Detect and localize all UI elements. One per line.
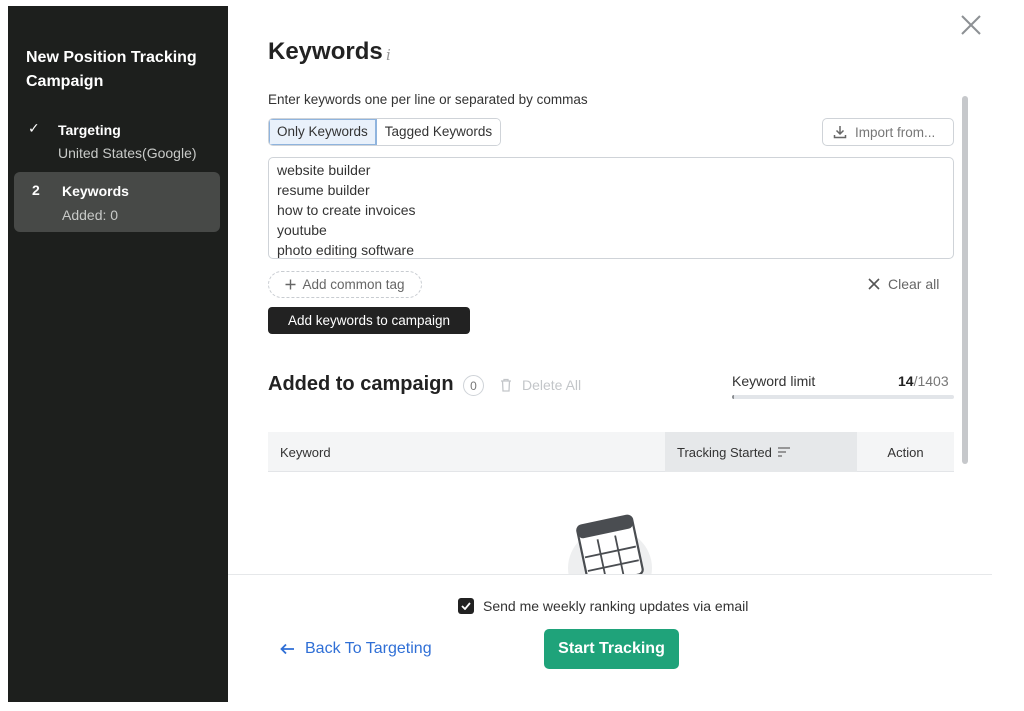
step-name: Keywords	[62, 183, 129, 199]
delete-all-button[interactable]: Delete All	[500, 377, 581, 393]
keyword-limit-value: 14/1403	[898, 373, 949, 389]
keyword-line: photo editing software	[277, 242, 414, 258]
keyword-limit-fill	[732, 395, 735, 399]
trash-icon	[501, 378, 511, 392]
weekly-updates-option[interactable]: Send me weekly ranking updates via email	[458, 598, 748, 614]
step-name: Targeting	[58, 122, 121, 138]
info-icon[interactable]: i	[386, 46, 391, 64]
x-icon	[868, 278, 880, 290]
column-tracking-started-label: Tracking Started	[677, 444, 772, 460]
add-keywords-button[interactable]: Add keywords to campaign	[268, 307, 470, 334]
start-tracking-button[interactable]: Start Tracking	[544, 629, 679, 669]
page-title: Keywords	[268, 38, 383, 65]
step-subtitle: United States(Google)	[58, 145, 197, 161]
sidebar: New Position Tracking Campaign ✓ Targeti…	[8, 6, 228, 702]
scrollbar[interactable]	[962, 96, 968, 464]
column-tracking-started[interactable]: Tracking Started	[665, 432, 857, 472]
clear-all-button[interactable]: Clear all	[868, 276, 939, 292]
keyword-limit-label: Keyword limit	[732, 373, 816, 389]
keyword-line: how to create invoices	[277, 202, 416, 218]
delete-all-label: Delete All	[522, 377, 582, 393]
instructions-text: Enter keywords one per line or separated…	[268, 92, 588, 107]
sidebar-title: New Position Tracking Campaign	[26, 49, 197, 90]
sort-icon	[777, 447, 790, 457]
keyword-line: youtube	[277, 222, 327, 238]
added-section-title: Added to campaign	[268, 373, 454, 395]
calendar-illustration	[566, 510, 658, 576]
step-number: 2	[32, 182, 40, 198]
import-label: Import from...	[855, 124, 936, 140]
close-icon	[961, 15, 981, 35]
back-label: Back To Targeting	[305, 640, 432, 657]
keyword-mode-tabs: Only Keywords Tagged Keywords	[268, 118, 502, 146]
tab-only-keywords[interactable]: Only Keywords	[269, 119, 377, 145]
add-tag-label: Add common tag	[302, 277, 405, 292]
import-button[interactable]: Import from...	[822, 118, 954, 146]
clear-all-label: Clear all	[888, 276, 940, 292]
close-button[interactable]	[958, 12, 984, 38]
added-count-badge: 0	[463, 375, 484, 396]
checkbox-check-icon	[461, 602, 471, 610]
plus-icon	[285, 279, 296, 290]
arrow-left-icon	[280, 643, 294, 655]
add-common-tag-button[interactable]: Add common tag	[268, 271, 422, 298]
back-to-targeting-link[interactable]: Back To Targeting	[280, 640, 432, 658]
column-action: Action	[887, 444, 924, 460]
tab-tagged-keywords[interactable]: Tagged Keywords	[376, 119, 501, 145]
sidebar-step-targeting[interactable]: ✓ Targeting United States(Google)	[8, 116, 228, 168]
limit-used: 14	[898, 373, 914, 389]
weekly-updates-label: Send me weekly ranking updates via email	[483, 598, 749, 614]
column-keyword: Keyword	[280, 444, 331, 460]
keyword-line: resume builder	[277, 182, 370, 198]
keyword-line: website builder	[277, 162, 371, 178]
keywords-textarea[interactable]: website builder resume builder how to cr…	[268, 157, 954, 259]
sidebar-step-keywords[interactable]: 2 Keywords Added: 0	[14, 172, 220, 232]
check-icon: ✓	[28, 120, 40, 136]
keyword-limit-bar	[732, 395, 954, 399]
weekly-updates-checkbox[interactable]	[458, 598, 474, 614]
download-icon	[833, 126, 847, 139]
step-subtitle: Added: 0	[62, 207, 119, 223]
limit-total: /1403	[913, 373, 949, 389]
keywords-table-header: Keyword Tracking Started Action	[268, 432, 954, 472]
